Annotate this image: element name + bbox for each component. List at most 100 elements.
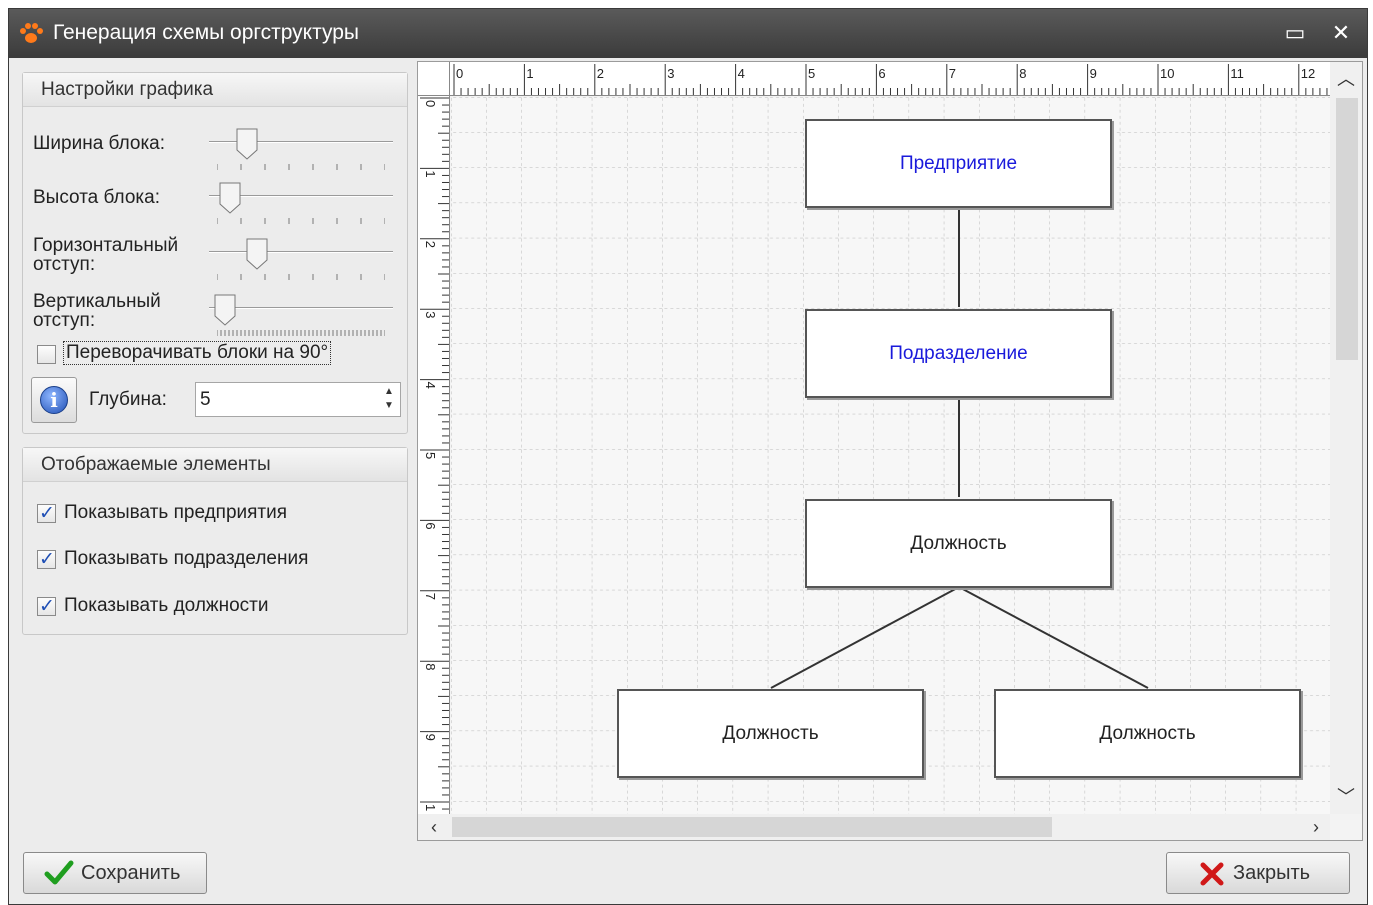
scroll-down-icon[interactable]: ﹀ bbox=[1332, 784, 1360, 810]
h-offset-row: Горизонтальный отступ: bbox=[33, 234, 403, 290]
ruler-label: 9 bbox=[1090, 66, 1097, 81]
save-button[interactable]: Сохранить bbox=[23, 852, 207, 894]
maximize-button[interactable]: ▭ bbox=[1281, 19, 1309, 47]
show-positions-checkbox[interactable] bbox=[37, 595, 56, 618]
ruler-label: 1 bbox=[526, 66, 533, 81]
close-button[interactable]: Закрыть bbox=[1166, 852, 1350, 894]
slider-thumb[interactable] bbox=[236, 128, 258, 160]
enterprise-node[interactable]: Предприятие bbox=[805, 119, 1112, 208]
info-icon: i bbox=[40, 386, 68, 414]
position-node[interactable]: Должность bbox=[805, 499, 1112, 588]
block-height-slider[interactable] bbox=[209, 182, 393, 224]
slider-ticks bbox=[217, 164, 385, 170]
slider-thumb[interactable] bbox=[214, 294, 236, 326]
horizontal-scrollbar[interactable]: ‹ › bbox=[418, 814, 1330, 840]
show-enterprises-label[interactable]: Показывать предприятия bbox=[64, 502, 287, 524]
slider-thumb[interactable] bbox=[246, 238, 268, 270]
ruler-label: 1 bbox=[423, 804, 438, 811]
position-node-left[interactable]: Должность bbox=[617, 689, 924, 778]
ruler-label: 10 bbox=[1160, 66, 1174, 81]
settings-panel: Настройки графика Ширина блока: Высота б… bbox=[9, 58, 419, 838]
position-node-right-label: Должность bbox=[1099, 722, 1196, 744]
ruler-label: 1 bbox=[423, 170, 438, 177]
close-icon: ✕ bbox=[1331, 20, 1351, 45]
ruler-label: 2 bbox=[423, 241, 438, 248]
ruler-label: 12 bbox=[1301, 66, 1315, 81]
ruler-label: 8 bbox=[423, 663, 438, 670]
block-width-label: Ширина блока: bbox=[33, 133, 166, 154]
show-enterprises-checkbox[interactable] bbox=[37, 502, 56, 525]
rotate-blocks-label[interactable]: Переворачивать блоки на 90° bbox=[63, 341, 332, 365]
v-offset-slider[interactable] bbox=[209, 294, 393, 336]
window-title: Генерация схемы оргструктуры bbox=[53, 21, 359, 44]
v-offset-label: Вертикальный отступ: bbox=[33, 292, 161, 330]
slider-ticks bbox=[217, 274, 385, 280]
rotate-blocks-checkbox[interactable] bbox=[37, 345, 56, 364]
depth-value[interactable]: 5 bbox=[200, 389, 211, 411]
position-node-left-label: Должность bbox=[722, 722, 819, 744]
horizontal-ruler-scale: 0 1 2 3 4 5 6 7 8 9 10 11 12 bbox=[453, 64, 1328, 95]
show-departments-checkbox[interactable] bbox=[37, 548, 56, 571]
ruler-label: 4 bbox=[738, 66, 745, 81]
dialog-window: Генерация схемы оргструктуры ▭ ✕ Настрой… bbox=[8, 8, 1368, 905]
scroll-right-icon[interactable]: › bbox=[1302, 814, 1330, 840]
close-button-label: Закрыть bbox=[1233, 862, 1311, 884]
spin-arrows-icon[interactable]: ▲ ▼ bbox=[380, 385, 398, 415]
ruler-label: 8 bbox=[1019, 66, 1026, 81]
chart-settings-group: Настройки графика Ширина блока: Высота б… bbox=[22, 72, 408, 434]
ruler-label: 6 bbox=[423, 522, 438, 529]
ruler-label: 7 bbox=[949, 66, 956, 81]
paw-icon bbox=[20, 23, 43, 43]
block-width-row: Ширина блока: bbox=[33, 128, 403, 178]
window-restore-icon: ▭ bbox=[1284, 20, 1306, 45]
ruler-label: 0 bbox=[423, 100, 438, 107]
position-node-label: Должность bbox=[910, 532, 1007, 554]
vertical-scrollbar[interactable]: ︿ ﹀ bbox=[1330, 62, 1362, 814]
slider-thumb[interactable] bbox=[219, 182, 241, 214]
ruler-label: 11 bbox=[1230, 66, 1244, 81]
ruler-label: 3 bbox=[423, 311, 438, 318]
scroll-up-icon[interactable]: ︿ bbox=[1332, 66, 1360, 92]
vertical-scroll-thumb[interactable] bbox=[1336, 98, 1358, 360]
scroll-left-icon[interactable]: ‹ bbox=[420, 814, 448, 840]
ruler-corner bbox=[418, 62, 450, 96]
save-button-label: Сохранить bbox=[81, 862, 181, 884]
block-height-label: Высота блока: bbox=[33, 187, 160, 208]
ruler-label: 6 bbox=[878, 66, 885, 81]
chart-settings-header: Настройки графика bbox=[23, 73, 407, 107]
red-x-icon bbox=[1200, 862, 1224, 886]
h-offset-label-line2: отступ: bbox=[33, 254, 96, 275]
v-offset-label-line1: Вертикальный bbox=[33, 291, 161, 312]
position-node-right[interactable]: Должность bbox=[994, 689, 1301, 778]
v-offset-label-line2: отступ: bbox=[33, 310, 96, 331]
block-height-row: Высота блока: bbox=[33, 182, 403, 232]
horizontal-ruler: 0 1 2 3 4 5 6 7 8 9 10 11 12 bbox=[450, 62, 1330, 96]
close-window-button[interactable]: ✕ bbox=[1327, 19, 1355, 47]
ruler-label: 2 bbox=[597, 66, 604, 81]
show-positions-label[interactable]: Показывать должности bbox=[64, 595, 269, 617]
v-offset-row: Вертикальный отступ: bbox=[33, 290, 403, 346]
department-node-label: Подразделение bbox=[889, 342, 1028, 364]
horizontal-scroll-thumb[interactable] bbox=[452, 817, 1052, 837]
displayed-elements-header: Отображаемые элементы bbox=[23, 448, 407, 482]
depth-spinbox[interactable]: 5 ▲ ▼ bbox=[195, 382, 401, 417]
checkmark-icon bbox=[44, 860, 74, 885]
show-departments-label[interactable]: Показывать подразделения bbox=[64, 548, 308, 570]
diagram-canvas: 0 1 2 3 4 5 6 7 8 9 10 11 12 01234567891 Предпри bbox=[417, 61, 1363, 841]
department-node[interactable]: Подразделение bbox=[805, 309, 1112, 398]
slider-ticks bbox=[217, 330, 385, 336]
depth-label: Глубина: bbox=[89, 389, 167, 410]
enterprise-node-label: Предприятие bbox=[899, 152, 1018, 174]
ruler-label: 7 bbox=[423, 593, 438, 600]
org-chart: Предприятие Подразделение Должность Долж… bbox=[451, 97, 1330, 814]
ruler-label: 9 bbox=[423, 734, 438, 741]
ruler-label: 5 bbox=[423, 452, 438, 459]
h-offset-label: Горизонтальный отступ: bbox=[33, 236, 178, 274]
info-button[interactable]: i bbox=[31, 377, 77, 423]
ruler-label: 3 bbox=[667, 66, 674, 81]
ruler-label: 4 bbox=[423, 382, 438, 389]
block-width-slider[interactable] bbox=[209, 128, 393, 170]
h-offset-slider[interactable] bbox=[209, 238, 393, 280]
vertical-ruler-scale: 0 1 2 3 4 5 6 7 8 9 1 bbox=[420, 97, 449, 811]
ruler-label: 0 bbox=[456, 66, 463, 81]
